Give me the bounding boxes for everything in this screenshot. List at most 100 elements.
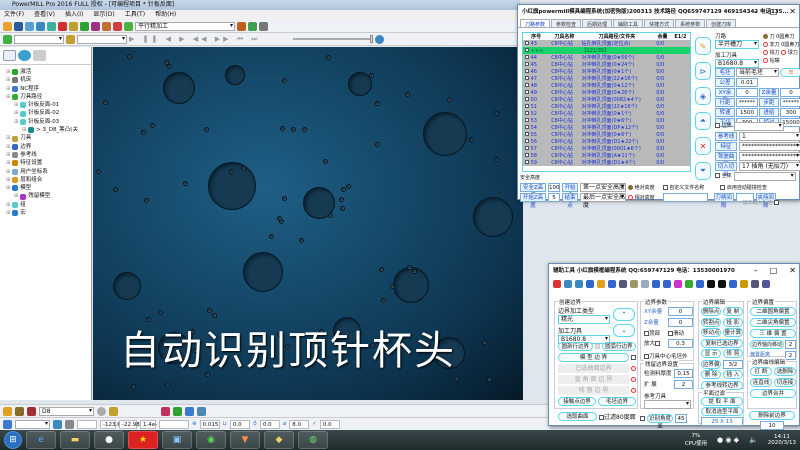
absolute-height-radio[interactable]: 绝对高度 <box>628 184 655 191</box>
expand-icon[interactable]: ⊞ <box>6 168 10 176</box>
speed-input[interactable]: 1500 <box>736 108 758 117</box>
volume-icon[interactable]: 🔈 <box>749 436 758 444</box>
slide-checkbox[interactable]: 滑动 <box>668 329 693 337</box>
model-boundary-button[interactable]: 模 型 边 界 <box>558 353 629 362</box>
save-icon[interactable] <box>14 21 23 31</box>
explorer-tab-icon[interactable] <box>3 50 16 61</box>
round-row-boundary-button[interactable]: 圆剖行边界 <box>558 342 593 351</box>
tree-item[interactable]: ⊞ 刀具 <box>2 134 89 142</box>
verify-icon[interactable] <box>102 21 111 31</box>
aux-tool-icon[interactable] <box>630 280 638 288</box>
aux-tool-icon[interactable] <box>564 280 572 288</box>
tool-db-icon[interactable] <box>97 406 106 416</box>
tree-item[interactable]: ⊞ NC程序 <box>2 85 89 93</box>
merge-boundary-button[interactable]: 边界合并 <box>750 389 796 398</box>
xy-allow-input[interactable]: 0 <box>736 88 758 97</box>
stock-select[interactable]: 当前毛坯 <box>736 68 779 77</box>
status-radio[interactable] <box>631 388 636 393</box>
menu-help[interactable]: 帮助(H) <box>155 10 176 20</box>
nc-icon[interactable] <box>248 21 257 31</box>
relative-height-radio[interactable]: 相对高度 <box>628 194 655 201</box>
edit-button[interactable]: 删 除 <box>701 370 722 379</box>
edit-button[interactable]: 插 入 <box>722 370 743 379</box>
aux-tool-icon[interactable] <box>553 280 561 288</box>
minimize-button[interactable]: – <box>754 5 758 19</box>
tree-item[interactable]: ⊞ 机床 <box>2 76 89 84</box>
table-row[interactable]: 43 C8中心钻 钻孔倒孔顶面(定位点) 0/0 <box>523 40 690 47</box>
grid-field[interactable] <box>77 419 97 429</box>
custom-name-checkbox[interactable]: 自定义文件名称 <box>662 184 704 191</box>
workplane-select[interactable] <box>15 419 50 429</box>
start-point-icon[interactable] <box>113 21 122 31</box>
tree-item[interactable]: ⊞ 模型 <box>2 184 89 192</box>
tab-tool-lib[interactable]: 创建刀库 <box>706 19 737 28</box>
expand-icon[interactable]: ⊞ <box>14 118 18 126</box>
tree-item[interactable]: ⊞ 参考线 <box>2 151 89 159</box>
calc-icon[interactable] <box>237 21 246 31</box>
avatar-taskbar-icon[interactable]: ● <box>94 431 124 449</box>
toolpath-color-icon[interactable] <box>161 406 170 416</box>
table-row[interactable]: 53 C8中心钻 对冲倒孔顶面(0★6个) 0/0 <box>523 117 690 124</box>
tree-item[interactable]: ⊞ 刀具路径 <box>2 93 89 101</box>
tree-item[interactable]: ⊞ 用户坐标系 <box>2 168 89 176</box>
recognize-angle-input[interactable]: 45 <box>675 414 687 423</box>
table-row[interactable]: 56 C8中心钻 对冲倒孔顶面(D1★22个) 0/0 <box>523 138 690 145</box>
tab-aux-tools[interactable]: 辅助工具 <box>613 19 644 28</box>
sim-speed-slider[interactable] <box>292 35 373 43</box>
break-button[interactable]: 打 断 <box>750 367 772 376</box>
edit-button[interactable]: 边界偏移 <box>701 359 722 376</box>
feed-input[interactable]: 300 <box>780 108 800 117</box>
edit-button[interactable]: 复 制 <box>722 307 743 316</box>
disabled-boundary-button[interactable]: 残 留 边 界 <box>558 386 629 395</box>
aux-tool-icon[interactable] <box>740 280 748 288</box>
aux-tool-icon[interactable] <box>619 280 627 288</box>
end-point-select[interactable]: 最后一点安全高度 <box>580 193 626 209</box>
disabled-boundary-button[interactable]: 直 角 面 边 界 <box>558 375 629 384</box>
ie-taskbar-icon[interactable]: e <box>26 431 56 449</box>
close-button-2[interactable]: ✕ <box>789 264 796 278</box>
explorer-taskbar-icon[interactable]: ▬ <box>60 431 90 449</box>
aux-tool-icon[interactable] <box>762 280 770 288</box>
clock[interactable]: 14:11 2020/3/13 <box>768 434 796 446</box>
tool-icon[interactable] <box>47 21 56 31</box>
tolerance-field[interactable]: 0.015 <box>199 419 220 429</box>
edit-button[interactable]: 量计算 <box>722 328 743 337</box>
zoom-icon[interactable] <box>374 34 384 44</box>
offset-2d-round-button[interactable]: 二维圆角偏置 <box>750 307 796 316</box>
edit-button[interactable]: 转割点 <box>701 317 722 327</box>
aux-tool-icon[interactable] <box>718 280 726 288</box>
workplane-icon[interactable] <box>3 419 12 429</box>
pattern-icon[interactable]: ◈ <box>695 87 711 105</box>
aux-tool-icon[interactable] <box>663 280 671 288</box>
active-tool-select[interactable]: D8 <box>39 406 94 416</box>
start-button[interactable]: ⊞ <box>4 431 22 449</box>
offset-2d-sharp-button[interactable]: 二维尖角偏置 <box>750 318 796 327</box>
disabled-checkbox[interactable] <box>594 344 600 349</box>
aux-tool-icon[interactable] <box>729 280 737 288</box>
boundary-type-select[interactable]: 精光 <box>558 315 610 324</box>
tool-select[interactable]: B1680.8 <box>715 59 759 68</box>
leads-icon[interactable] <box>69 21 78 31</box>
delete-icon[interactable]: ✕ <box>695 137 711 155</box>
tree-item[interactable]: ⊞ 针板反面-03 <box>2 118 89 126</box>
tree-item[interactable]: ⊞ 残留模型 <box>2 192 89 200</box>
expand-icon[interactable]: ⊞ <box>6 68 10 76</box>
tree-item[interactable]: ⊞ 针板反面-01 <box>2 101 89 109</box>
feedrate-icon[interactable] <box>58 21 67 31</box>
tool-shape-icon[interactable] <box>15 406 24 416</box>
table-row-selected[interactable]: +++ 【121/35】 <box>523 47 690 54</box>
z-allow-input[interactable]: 0 <box>780 88 800 97</box>
aux-tool-icon[interactable] <box>685 280 693 288</box>
feature-select[interactable]: ********************** <box>739 142 800 151</box>
points-icon[interactable] <box>91 21 100 31</box>
select-delete-button[interactable]: 选删除 <box>774 367 796 376</box>
table-row[interactable]: 47 C8中心钻 对冲倒孔顶面(22★16个) 0/0 <box>523 75 690 82</box>
close-button[interactable]: ✕ <box>789 5 796 19</box>
strategy-icon[interactable] <box>124 21 133 31</box>
table-row[interactable]: 46 C8中心钻 对冲倒孔顶面(0★1个) 0/0 <box>523 68 690 75</box>
boundary-select[interactable] <box>733 122 784 131</box>
top-checkbox[interactable]: 顶部 <box>644 329 666 337</box>
toolpath-icon[interactable] <box>80 21 89 31</box>
open-icon[interactable] <box>3 21 12 31</box>
start-z-input[interactable]: 5 <box>548 193 560 202</box>
